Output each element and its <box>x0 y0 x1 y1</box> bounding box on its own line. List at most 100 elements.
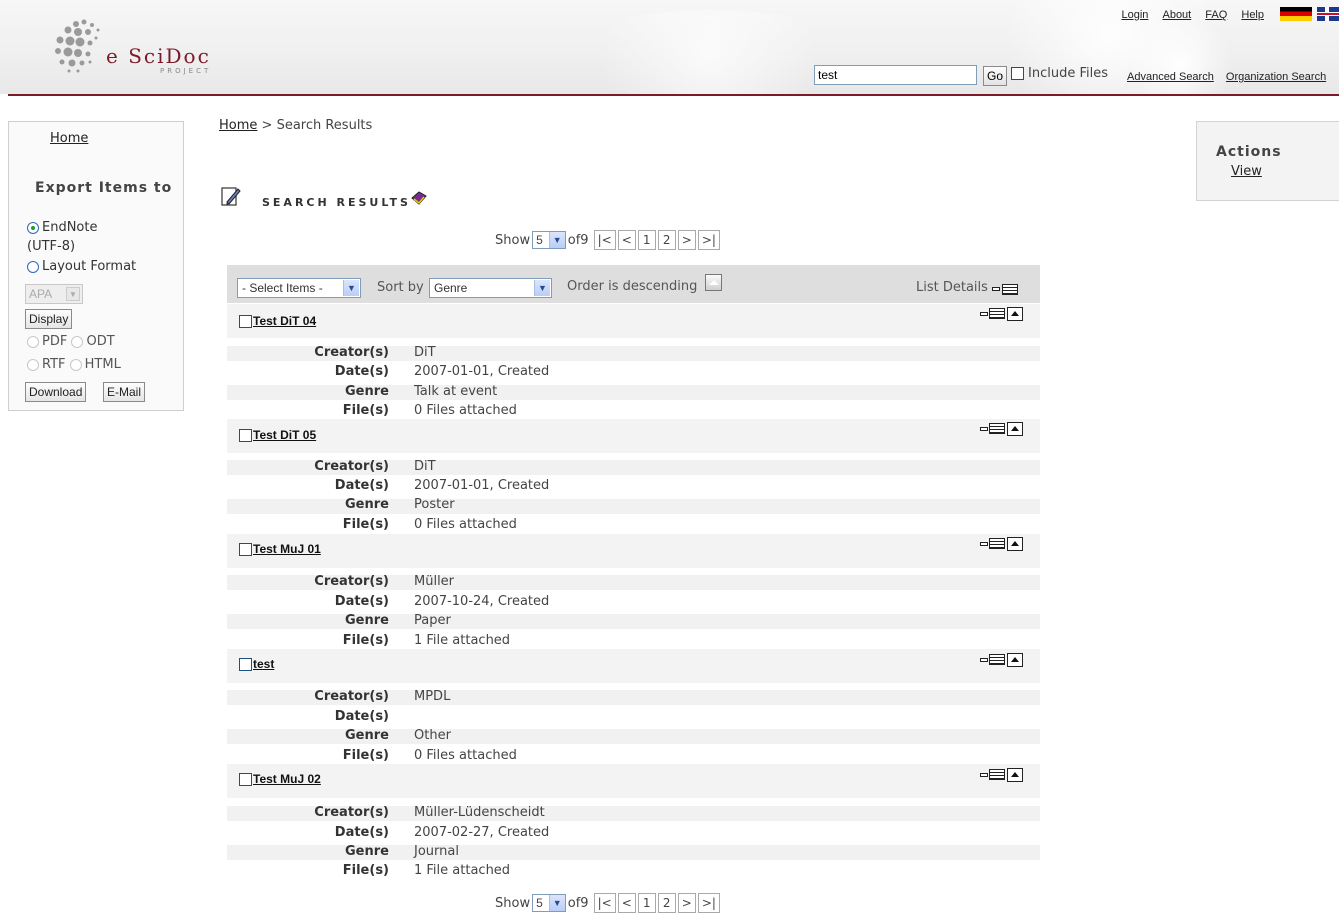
files-value: 0 Files attached <box>414 517 517 532</box>
item-title-link[interactable]: Test MuJ 01 <box>253 542 321 556</box>
about-link[interactable]: About <box>1162 9 1191 21</box>
pager-next-button[interactable]: > <box>677 893 696 913</box>
item-checkbox[interactable] <box>239 314 252 328</box>
date-value: 2007-10-24, Created <box>414 594 550 609</box>
organization-search-link[interactable]: Organization Search <box>1226 71 1326 83</box>
pager-page-2[interactable]: 2 <box>657 230 676 250</box>
item-checkbox[interactable] <box>239 772 252 786</box>
odt-radio[interactable] <box>71 335 84 348</box>
go-button[interactable]: Go <box>983 66 1007 86</box>
pager-page-1[interactable]: 1 <box>637 230 656 250</box>
files-label: File(s) <box>342 403 389 418</box>
details-icon[interactable] <box>989 654 1005 665</box>
collapse-up-icon[interactable] <box>1007 653 1023 667</box>
select-items-dropdown[interactable]: - Select Items - ▼ <box>237 278 361 298</box>
pager-show-label: Show <box>495 232 531 248</box>
details-icon[interactable] <box>989 423 1005 434</box>
actions-title: Actions <box>1216 144 1282 160</box>
details-icon[interactable] <box>989 308 1005 319</box>
login-link[interactable]: Login <box>1122 9 1149 21</box>
order-label: Order is descending <box>567 279 698 294</box>
breadcrumb-home-link[interactable]: Home <box>219 118 257 133</box>
collapse-up-icon[interactable] <box>1007 537 1023 551</box>
sort-order-toggle-icon[interactable] <box>705 274 722 291</box>
pager-last-button[interactable]: >| <box>697 230 720 250</box>
pager-last-button[interactable]: >| <box>697 893 720 913</box>
items-per-page-select[interactable]: 5 ▼ <box>532 231 566 249</box>
faq-link[interactable]: FAQ <box>1205 9 1227 21</box>
view-link[interactable]: View <box>1231 164 1262 179</box>
collapse-dash-icon <box>980 542 988 546</box>
item-title-link[interactable]: test <box>253 657 274 671</box>
search-input[interactable] <box>814 65 977 85</box>
rtf-radio[interactable] <box>27 358 39 371</box>
item-checkbox[interactable] <box>239 428 252 442</box>
creator-label: Creator(s) <box>314 345 389 360</box>
download-button[interactable]: Download <box>25 382 87 402</box>
item-title-link[interactable]: Test MuJ 02 <box>253 772 321 786</box>
html-label: HTML <box>84 357 121 372</box>
pager-count-label: of9 <box>567 895 589 911</box>
email-button[interactable]: E-Mail <box>103 382 146 402</box>
include-files-option[interactable]: Include Files <box>1011 66 1108 81</box>
chevron-down-icon: ▼ <box>534 280 550 296</box>
files-label: File(s) <box>342 517 389 532</box>
result-item-title: Test DiT 05 <box>239 428 316 442</box>
endnote-radio[interactable] <box>27 221 39 234</box>
citation-style-select[interactable]: APA ▼ <box>25 284 83 304</box>
pager-prev-button[interactable]: < <box>617 230 636 250</box>
rtf-html-options: RTF HTML <box>27 357 121 372</box>
result-item-title: test <box>239 657 274 671</box>
pager-page-2[interactable]: 2 <box>657 893 676 913</box>
creator-value: DiT <box>414 459 436 474</box>
list-details-icon[interactable] <box>1002 284 1018 295</box>
pager-top: Show 5 ▼ of9 |< < 1 2 > >| <box>495 230 720 250</box>
include-files-checkbox[interactable] <box>1011 67 1024 80</box>
help-link[interactable]: Help <box>1241 9 1264 21</box>
layout-format-radio[interactable] <box>27 260 39 273</box>
result-item-header <box>227 304 1040 338</box>
item-checkbox[interactable] <box>239 657 252 671</box>
book-icon[interactable] <box>410 190 428 206</box>
home-link[interactable]: Home <box>50 131 88 146</box>
chevron-down-icon: ▼ <box>66 287 80 301</box>
list-details-label[interactable]: List Details <box>916 280 988 295</box>
result-item-header <box>227 649 1040 683</box>
genre-label: Genre <box>345 384 389 399</box>
layout-format-option[interactable]: Layout Format <box>27 259 136 274</box>
encoding-label: (UTF-8) <box>27 239 76 254</box>
logo-text: e SciDoc <box>106 44 211 68</box>
collapse-up-icon[interactable] <box>1007 422 1023 436</box>
items-per-page-select[interactable]: 5 ▼ <box>532 894 566 912</box>
details-icon[interactable] <box>989 538 1005 549</box>
item-title-link[interactable]: Test DiT 05 <box>253 428 316 442</box>
english-flag-icon[interactable] <box>1317 7 1339 21</box>
collapse-dash-icon <box>980 427 988 431</box>
pager-first-button[interactable]: |< <box>593 893 616 913</box>
display-button[interactable]: Display <box>25 309 73 329</box>
details-icon[interactable] <box>989 769 1005 780</box>
breadcrumb: Home > Search Results <box>219 118 372 133</box>
genre-label: Genre <box>345 728 389 743</box>
date-label: Date(s) <box>334 364 389 379</box>
pager-first-button[interactable]: |< <box>593 230 616 250</box>
files-label: File(s) <box>342 748 389 763</box>
german-flag-icon[interactable] <box>1280 7 1312 21</box>
pager-page-1[interactable]: 1 <box>637 893 656 913</box>
pager-next-button[interactable]: > <box>677 230 696 250</box>
sort-by-select[interactable]: Genre ▼ <box>429 278 552 298</box>
item-checkbox[interactable] <box>239 542 252 556</box>
genre-value: Other <box>414 728 451 743</box>
collapse-up-icon[interactable] <box>1007 768 1023 782</box>
sort-by-label: Sort by <box>377 280 424 295</box>
collapse-up-icon[interactable] <box>1007 307 1023 321</box>
chevron-down-icon: ▼ <box>548 232 565 248</box>
endnote-option[interactable]: EndNote <box>27 220 97 235</box>
pager-prev-button[interactable]: < <box>617 893 636 913</box>
logo-subtitle: PROJECT <box>160 67 212 75</box>
item-title-link[interactable]: Test DiT 04 <box>253 314 316 328</box>
pdf-radio[interactable] <box>27 335 39 348</box>
advanced-search-link[interactable]: Advanced Search <box>1127 71 1214 83</box>
layout-format-label: Layout Format <box>42 259 137 274</box>
html-radio[interactable] <box>69 358 82 371</box>
